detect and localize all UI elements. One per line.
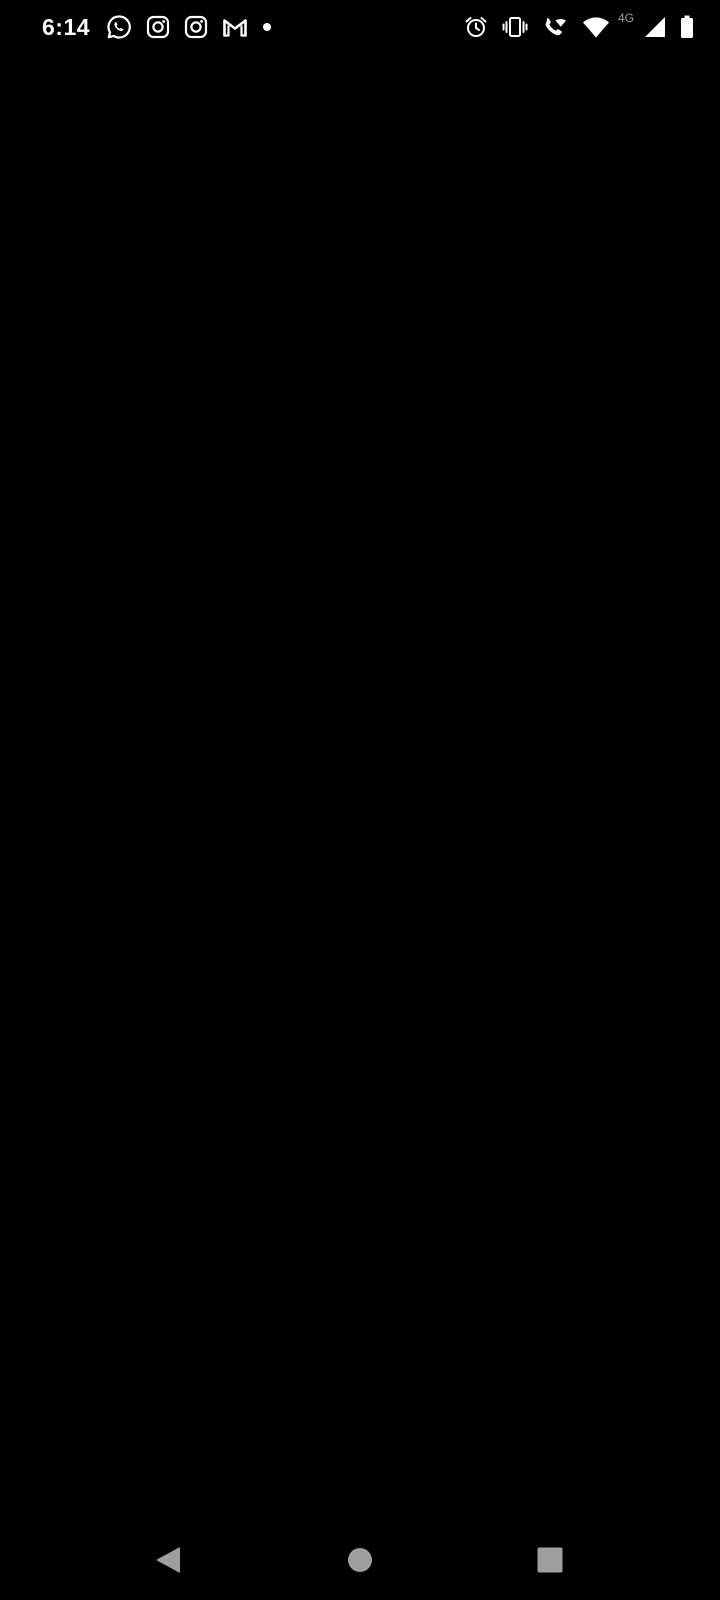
recents-button[interactable]	[530, 1540, 570, 1580]
gmail-icon	[222, 16, 248, 38]
status-bar: 6:14 4G	[0, 0, 720, 54]
vibrate-icon	[502, 15, 528, 39]
cell-signal-icon	[644, 16, 666, 38]
blank-screen	[0, 54, 720, 1516]
dot-icon	[262, 22, 272, 32]
wifi-icon	[582, 15, 610, 39]
instagram-icon	[146, 15, 170, 39]
whatsapp-icon	[106, 14, 132, 40]
instagram-icon	[184, 15, 208, 39]
network-type: 4G	[618, 11, 644, 41]
wifi-call-icon	[542, 14, 568, 40]
status-time: 6:14	[42, 13, 91, 40]
status-left: 6:14	[42, 14, 286, 41]
back-button[interactable]	[148, 1540, 188, 1580]
home-icon	[346, 1546, 374, 1574]
navigation-bar	[0, 1516, 720, 1600]
status-right: 4G	[450, 11, 694, 41]
network-type-label: 4G	[618, 11, 635, 25]
alarm-icon	[464, 15, 488, 39]
home-button[interactable]	[340, 1540, 380, 1580]
battery-icon	[680, 15, 694, 39]
back-icon	[154, 1545, 182, 1575]
recents-icon	[536, 1546, 564, 1574]
